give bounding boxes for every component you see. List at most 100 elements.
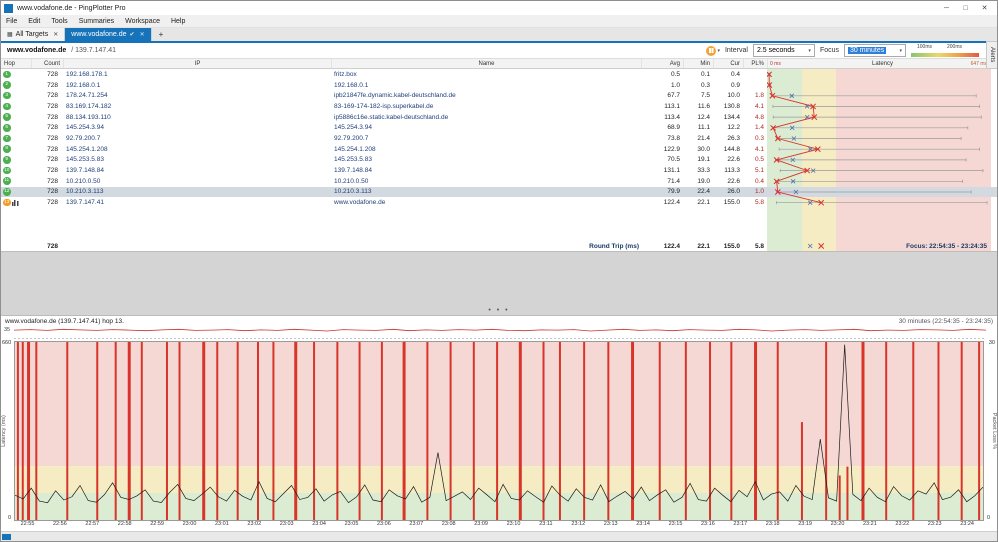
min-cell: 0.1 xyxy=(700,70,710,78)
interval-select[interactable]: 2.5 seconds ▾ xyxy=(752,44,815,57)
table-row[interactable]: 6 728 145.254.3.94 145.254.3.94 68.9 11.… xyxy=(1,122,997,133)
x-tick-label: 23:08 xyxy=(441,521,456,527)
overview-strip[interactable]: 35 xyxy=(1,327,997,341)
col-ip[interactable]: IP xyxy=(63,59,331,68)
hop-cell: 12 xyxy=(1,188,31,196)
x-tick-label: 23:13 xyxy=(603,521,618,527)
y-left-title: Latency (ms) xyxy=(1,415,7,447)
hop-table-body: 1 728 192.168.178.1 fritz.box 0.5 0.1 0.… xyxy=(1,69,997,208)
table-row[interactable]: 3 728 178.24.71.254 ipb21847fe.dynamic.k… xyxy=(1,90,997,101)
table-row[interactable]: 13 728 139.7.147.41 www.vodafone.de 122.… xyxy=(1,197,997,208)
count-cell: 728 xyxy=(47,134,58,142)
x-tick-label: 22:57 xyxy=(85,521,100,527)
menu-workspace[interactable]: Workspace xyxy=(125,18,160,25)
summary-avg: 122.4 xyxy=(663,242,680,250)
ip-cell: 145.253.5.83 xyxy=(66,156,104,164)
tab-close-icon[interactable]: ✕ xyxy=(140,31,145,38)
latency-scale-min: 0 ms xyxy=(770,60,781,67)
table-row[interactable]: 9 728 145.253.5.83 145.253.5.83 70.5 19.… xyxy=(1,155,997,166)
table-row[interactable]: 1 728 192.168.178.1 fritz.box 0.5 0.1 0.… xyxy=(1,69,997,80)
menu-tools[interactable]: Tools xyxy=(51,18,67,25)
alerts-panel-tab[interactable]: Alerts xyxy=(986,41,997,69)
x-tick-label: 22:55 xyxy=(20,521,35,527)
title-bar: www.vodafone.de - PingPlotter Pro ─ □ ✕ xyxy=(1,1,997,15)
summary-cur: 155.0 xyxy=(723,242,740,250)
table-row[interactable]: 8 728 145.254.1.208 145.254.1.208 122.9 … xyxy=(1,144,997,155)
tab-label: www.vodafone.de xyxy=(71,31,127,38)
name-cell: fritz.box xyxy=(334,70,357,78)
minimize-button[interactable]: ─ xyxy=(937,2,956,15)
name-cell: 139.7.148.84 xyxy=(334,167,372,175)
min-cell: 11.6 xyxy=(697,102,710,110)
col-cur[interactable]: Cur xyxy=(713,59,743,68)
hop-cell: 2 xyxy=(1,81,31,89)
table-row[interactable]: 12 728 10.210.3.113 10.210.3.113 79.9 22… xyxy=(1,186,997,198)
min-cell: 30.0 xyxy=(697,145,710,153)
menu-summaries[interactable]: Summaries xyxy=(79,18,114,25)
hop-badge: 9 xyxy=(3,156,11,164)
new-tab-button[interactable]: + xyxy=(152,28,171,41)
name-cell: ip5886c16e.static.kabel-deutschland.de xyxy=(334,113,449,121)
ip-cell: 10.210.3.113 xyxy=(66,188,104,196)
hop-table: Hop Count IP Name Avg Min Cur PL% 0 ms L… xyxy=(1,59,997,251)
cur-cell: 22.6 xyxy=(727,156,740,164)
ip-cell: 178.24.71.254 xyxy=(66,92,108,100)
avg-cell: 79.9 xyxy=(667,188,680,196)
pl-cell: 0.5 xyxy=(754,156,764,164)
menu-help[interactable]: Help xyxy=(171,18,185,25)
x-tick-label: 23:04 xyxy=(312,521,326,527)
tab-www-vodafone-de[interactable]: www.vodafone.de ✔ ✕ xyxy=(65,28,152,41)
col-latency[interactable]: 0 ms Latency 647 ms xyxy=(767,59,997,68)
menu-file[interactable]: File xyxy=(6,18,17,25)
close-button[interactable]: ✕ xyxy=(975,2,994,15)
table-row[interactable]: 11 728 10.210.0.50 10.210.0.50 71.4 19.0… xyxy=(1,176,997,187)
timeline-chart[interactable] xyxy=(14,341,984,521)
col-hop[interactable]: Hop xyxy=(1,59,31,68)
table-row[interactable]: 2 728 192.168.0.1 192.168.0.1 1.0 0.3 0.… xyxy=(1,80,997,91)
cur-cell: 0.9 xyxy=(730,81,740,89)
x-tick-label: 23:20 xyxy=(830,521,845,527)
summary-pl: 5.8 xyxy=(754,242,764,250)
min-cell: 19.0 xyxy=(697,177,710,185)
col-name[interactable]: Name xyxy=(331,59,641,68)
name-cell: 83-169-174-182-isp.superkabel.de xyxy=(334,102,434,110)
target-name: www.vodafone.de xyxy=(7,47,67,54)
x-tick-label: 22:59 xyxy=(150,521,164,527)
x-tick-label: 23:23 xyxy=(927,521,942,527)
avg-cell: 0.5 xyxy=(670,70,680,78)
ip-cell: 92.79.200.7 xyxy=(66,134,101,142)
col-avg[interactable]: Avg xyxy=(641,59,683,68)
min-cell: 7.5 xyxy=(700,92,710,100)
name-cell: 145.253.5.83 xyxy=(334,156,372,164)
hop-cell: 4 xyxy=(1,102,31,111)
pl-cell: 0.4 xyxy=(754,177,764,185)
summary-label: Round Trip (ms) xyxy=(589,242,639,250)
summary-row: 728 Round Trip (ms) 122.4 22.1 155.0 5.8… xyxy=(1,241,997,251)
col-min[interactable]: Min xyxy=(683,59,713,68)
menu-edit[interactable]: Edit xyxy=(28,18,40,25)
count-cell: 728 xyxy=(47,188,58,196)
avg-cell: 122.9 xyxy=(663,145,680,153)
col-count[interactable]: Count xyxy=(31,59,63,68)
table-row[interactable]: 10 728 139.7.148.84 139.7.148.84 131.1 3… xyxy=(1,165,997,176)
tab-close-icon[interactable]: ✕ xyxy=(53,31,58,38)
focus-select[interactable]: 30 minutes ▾ xyxy=(844,44,906,57)
pause-button[interactable]: ▾ xyxy=(706,45,720,56)
timeline-title: www.vodafone.de (139.7.147.41) hop 13. xyxy=(5,318,124,325)
cur-cell: 0.4 xyxy=(730,70,740,78)
cur-cell: 144.8 xyxy=(723,145,740,153)
count-cell: 728 xyxy=(47,167,58,175)
col-pl[interactable]: PL% xyxy=(743,59,767,68)
table-row[interactable]: 4 728 83.169.174.182 83-169-174-182-isp.… xyxy=(1,101,997,112)
table-row[interactable]: 7 728 92.79.200.7 92.79.200.7 73.8 21.4 … xyxy=(1,133,997,144)
timeline-range: 30 minutes (22:54:35 - 23:24:35) xyxy=(898,318,993,325)
maximize-button[interactable]: □ xyxy=(956,2,975,15)
tab-strip: ▦ All Targets ✕ www.vodafone.de ✔ ✕ + xyxy=(1,28,997,41)
table-row[interactable]: 5 728 88.134.193.110 ip5886c16e.static.k… xyxy=(1,112,997,123)
count-cell: 728 xyxy=(47,102,58,110)
tab-all-targets[interactable]: ▦ All Targets ✕ xyxy=(1,28,66,41)
hop-cell: 8 xyxy=(1,145,31,153)
splitter-handle[interactable]: • • • xyxy=(488,307,509,314)
window-title: www.vodafone.de - PingPlotter Pro xyxy=(17,4,126,12)
x-tick-label: 23:09 xyxy=(474,521,488,527)
